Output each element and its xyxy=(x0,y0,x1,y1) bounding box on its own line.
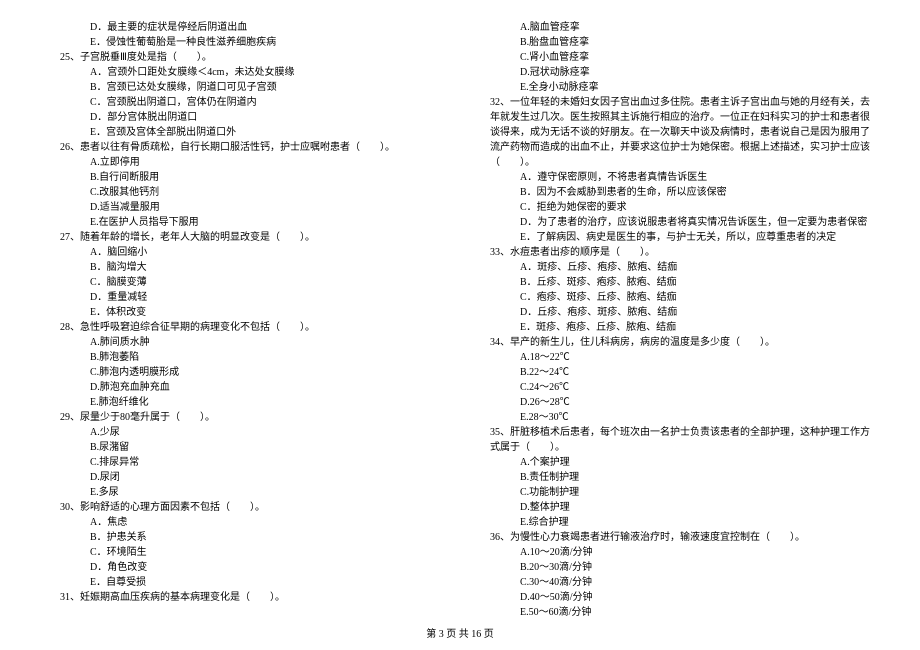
q31-option-d: D.冠状动脉痉挛 xyxy=(480,65,870,80)
q35-option-d: D.整体护理 xyxy=(480,500,870,515)
q35-option-c: C.功能制护理 xyxy=(480,485,870,500)
q31-text: 31、妊娠期高血压疾病的基本病理变化是（ ）。 xyxy=(50,590,440,605)
q31-option-a: A.脑血管痉挛 xyxy=(480,20,870,35)
q29-option-c: C.排尿异常 xyxy=(50,455,440,470)
q31-option-b: B.胎盘血管痉挛 xyxy=(480,35,870,50)
q30-option-b: B．护患关系 xyxy=(50,530,440,545)
q25-text: 25、子宫脱垂Ⅲ度处是指（ ）。 xyxy=(50,50,440,65)
q28-option-e: E.肺泡纤维化 xyxy=(50,395,440,410)
q27-text: 27、随着年龄的增长，老年人大脑的明显改变是（ ）。 xyxy=(50,230,440,245)
q34-option-d: D.26～28℃ xyxy=(480,395,870,410)
q33-option-d: D．丘疹、疱疹、斑疹、脓疱、结痂 xyxy=(480,305,870,320)
q32-option-b: B．因为不会威胁到患者的生命，所以应该保密 xyxy=(480,185,870,200)
q28-option-c: C.肺泡内透明膜形成 xyxy=(50,365,440,380)
q35-option-b: B.责任制护理 xyxy=(480,470,870,485)
q36-option-e: E.50～60滴/分钟 xyxy=(480,605,870,620)
q25-option-d: D．部分宫体脱出阴道口 xyxy=(50,110,440,125)
q26-option-d: D.适当减量服用 xyxy=(50,200,440,215)
q28-option-b: B.肺泡萎陷 xyxy=(50,350,440,365)
q33-option-e: E．斑疹、疱疹、丘疹、脓疱、结痂 xyxy=(480,320,870,335)
q24-option-e: E．侵蚀性葡萄胎是一种良性滋养细胞疾病 xyxy=(50,35,440,50)
q25-option-c: C．宫颈脱出阴道口，宫体仍在阴道内 xyxy=(50,95,440,110)
q24-option-d: D．最主要的症状是停经后阴道出血 xyxy=(50,20,440,35)
q25-option-a: A．宫颈外口距处女膜缘＜4cm，未达处女膜缘 xyxy=(50,65,440,80)
q30-option-e: E．自尊受损 xyxy=(50,575,440,590)
q30-option-a: A．焦虑 xyxy=(50,515,440,530)
q31-option-e: E.全身小动脉痉挛 xyxy=(480,80,870,95)
q32-option-c: C．拒绝为她保密的要求 xyxy=(480,200,870,215)
q32-text: 32、一位年轻的未婚妇女因子宫出血过多住院。患者主诉子宫出血与她的月经有关，去年… xyxy=(480,95,870,170)
q35-option-e: E.综合护理 xyxy=(480,515,870,530)
q27-option-e: E．体积改变 xyxy=(50,305,440,320)
q27-option-a: A．脑回缩小 xyxy=(50,245,440,260)
q29-option-e: E.多尿 xyxy=(50,485,440,500)
q27-option-c: C．脑膜变薄 xyxy=(50,275,440,290)
q32-option-e: E．了解病因、病史是医生的事，与护士无关，所以，应尊重患者的决定 xyxy=(480,230,870,245)
q26-text: 26、患者以往有骨质疏松，自行长期口服活性钙，护士应嘱咐患者（ ）。 xyxy=(50,140,440,155)
q26-option-b: B.自行间断服用 xyxy=(50,170,440,185)
q32-option-a: A．遵守保密原则，不将患者真情告诉医生 xyxy=(480,170,870,185)
q27-option-b: B．脑沟增大 xyxy=(50,260,440,275)
content-columns: D．最主要的症状是停经后阴道出血 E．侵蚀性葡萄胎是一种良性滋养细胞疾病 25、… xyxy=(50,20,870,620)
q25-option-e: E．宫颈及宫体全部脱出阴道口外 xyxy=(50,125,440,140)
q34-option-e: E.28～30℃ xyxy=(480,410,870,425)
right-column: A.脑血管痉挛 B.胎盘血管痉挛 C.肾小血管痉挛 D.冠状动脉痉挛 E.全身小… xyxy=(480,20,870,620)
q25-option-b: B．宫颈已达处女膜缘，阴道口可见子宫颈 xyxy=(50,80,440,95)
left-column: D．最主要的症状是停经后阴道出血 E．侵蚀性葡萄胎是一种良性滋养细胞疾病 25、… xyxy=(50,20,440,620)
q28-text: 28、急性呼吸窘迫综合征早期的病理变化不包括（ ）。 xyxy=(50,320,440,335)
q31-option-c: C.肾小血管痉挛 xyxy=(480,50,870,65)
q28-option-a: A.肺间质水肿 xyxy=(50,335,440,350)
q33-text: 33、水痘患者出疹的顺序是（ ）。 xyxy=(480,245,870,260)
q33-option-c: C．疱疹、斑疹、丘疹、脓疱、结痂 xyxy=(480,290,870,305)
q34-option-c: C.24～26℃ xyxy=(480,380,870,395)
q34-option-a: A.18～22℃ xyxy=(480,350,870,365)
q27-option-d: D．重量减轻 xyxy=(50,290,440,305)
q33-option-a: A．斑疹、丘疹、疱疹、脓疱、结痂 xyxy=(480,260,870,275)
q29-option-a: A.少尿 xyxy=(50,425,440,440)
q36-option-d: D.40～50滴/分钟 xyxy=(480,590,870,605)
q30-option-d: D．角色改变 xyxy=(50,560,440,575)
q26-option-e: E.在医护人员指导下服用 xyxy=(50,215,440,230)
q29-option-b: B.尿潴留 xyxy=(50,440,440,455)
q28-option-d: D.肺泡充血肿充血 xyxy=(50,380,440,395)
q29-text: 29、尿量少于80毫升属于（ ）。 xyxy=(50,410,440,425)
q35-option-a: A.个案护理 xyxy=(480,455,870,470)
q34-text: 34、早产的新生儿，住儿科病房，病房的温度是多少度（ ）。 xyxy=(480,335,870,350)
q32-option-d: D．为了患者的治疗，应该说服患者将真实情况告诉医生，但一定要为患者保密 xyxy=(480,215,870,230)
q36-option-a: A.10～20滴/分钟 xyxy=(480,545,870,560)
q34-option-b: B.22～24℃ xyxy=(480,365,870,380)
q29-option-d: D.尿闭 xyxy=(50,470,440,485)
q26-option-a: A.立即停用 xyxy=(50,155,440,170)
q30-text: 30、影响舒适的心理方面因素不包括（ ）。 xyxy=(50,500,440,515)
q30-option-c: C．环境陌生 xyxy=(50,545,440,560)
q35-text: 35、肝脏移植术后患者，每个班次由一名护士负责该患者的全部护理，这种护理工作方式… xyxy=(480,425,870,455)
q36-option-b: B.20～30滴/分钟 xyxy=(480,560,870,575)
q26-option-c: C.改服其他钙剂 xyxy=(50,185,440,200)
page-footer: 第 3 页 共 16 页 xyxy=(0,627,920,642)
q36-option-c: C.30～40滴/分钟 xyxy=(480,575,870,590)
q33-option-b: B．丘疹、斑疹、疱疹、脓疱、结痂 xyxy=(480,275,870,290)
q36-text: 36、为慢性心力衰竭患者进行输液治疗时，输液速度宜控制在（ ）。 xyxy=(480,530,870,545)
